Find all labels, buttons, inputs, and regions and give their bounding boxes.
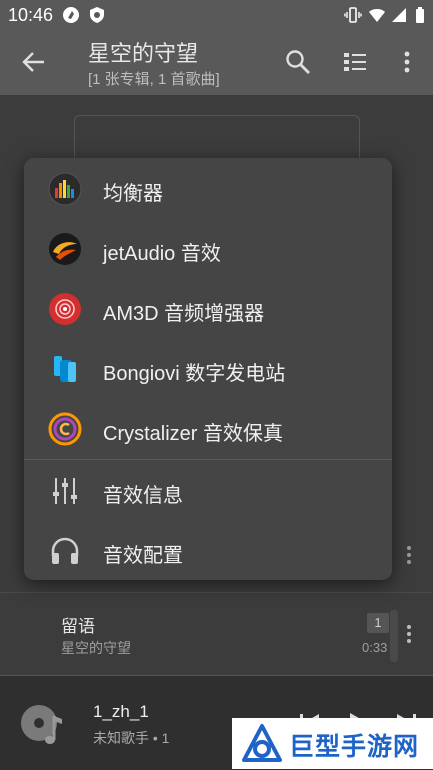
now-playing-title: 1_zh_1 [93, 702, 149, 721]
shield-notification-icon [90, 7, 104, 23]
vibrate-icon [344, 7, 362, 23]
menu-item-label: AM3D 音频增强器 [103, 303, 265, 325]
battery-icon [416, 7, 424, 23]
list-divider [0, 592, 433, 593]
menu-item-label: 音效配置 [103, 545, 183, 567]
song-duration: 0:33 [362, 640, 388, 655]
page-title: 星空的守望 [88, 41, 199, 66]
site-watermark: 巨型手游网 [232, 718, 433, 769]
app-notification-icon [63, 7, 79, 23]
menu-item-crystalizer[interactable]: Crystalizer 音效保真 [24, 398, 392, 458]
headphones-icon [51, 537, 79, 564]
menu-item-label: Crystalizer 音效保真 [103, 423, 284, 445]
menu-item-effect-info[interactable]: 音效信息 [24, 460, 392, 520]
page-subtitle: [1 张专辑, 1 首歌曲] [88, 71, 220, 88]
menu-item-am3d[interactable]: AM3D 音频增强器 [24, 278, 392, 338]
menu-item-equalizer[interactable]: 均衡器 [24, 158, 392, 218]
menu-item-label: jetAudio 音效 [103, 243, 221, 265]
album-more-icon[interactable] [400, 543, 418, 567]
watermark-text: 巨型手游网 [289, 733, 420, 761]
track-number-badge: 1 [367, 613, 389, 633]
bongiovi-logo-icon [54, 356, 76, 382]
equalizer-bars-icon [48, 172, 82, 206]
jetaudio-logo-icon [49, 233, 81, 265]
status-time: 10:46 [8, 5, 54, 25]
menu-item-label: 音效信息 [103, 485, 183, 507]
sliders-icon [53, 478, 77, 504]
wifi-icon [369, 9, 385, 22]
menu-item-label: Bongiovi 数字发电站 [103, 363, 286, 385]
am3d-logo-icon [49, 293, 81, 325]
back-arrow-icon[interactable] [20, 48, 48, 76]
song-album: 星空的守望 [61, 640, 131, 656]
menu-item-effect-config[interactable]: 音效配置 [24, 520, 392, 580]
audio-effects-menu: 均衡器 jetAudio 音效 AM3D 音频增强器 Bongiovi 数字发电… [24, 158, 392, 580]
now-playing-artist: 未知歌手 • 1 [93, 730, 170, 746]
status-bar: 10:46 [0, 0, 433, 30]
signal-icon [392, 8, 406, 22]
toolbar: 星空的守望 [1 张专辑, 1 首歌曲] [0, 30, 433, 95]
menu-item-label: 均衡器 [103, 183, 163, 205]
watermark-logo-icon [242, 724, 282, 762]
menu-item-bongiovi[interactable]: Bongiovi 数字发电站 [24, 338, 392, 398]
list-view-icon[interactable] [341, 48, 369, 76]
song-more-icon[interactable] [400, 622, 418, 646]
more-vert-icon[interactable] [393, 48, 421, 76]
album-disc-icon [21, 705, 62, 744]
crystalizer-logo-icon [48, 412, 82, 446]
song-row[interactable]: 留语 星空的守望 1 0:33 [0, 600, 433, 670]
search-icon[interactable] [284, 48, 312, 76]
song-title: 留语 [61, 617, 95, 636]
menu-item-jetaudio[interactable]: jetAudio 音效 [24, 218, 392, 278]
